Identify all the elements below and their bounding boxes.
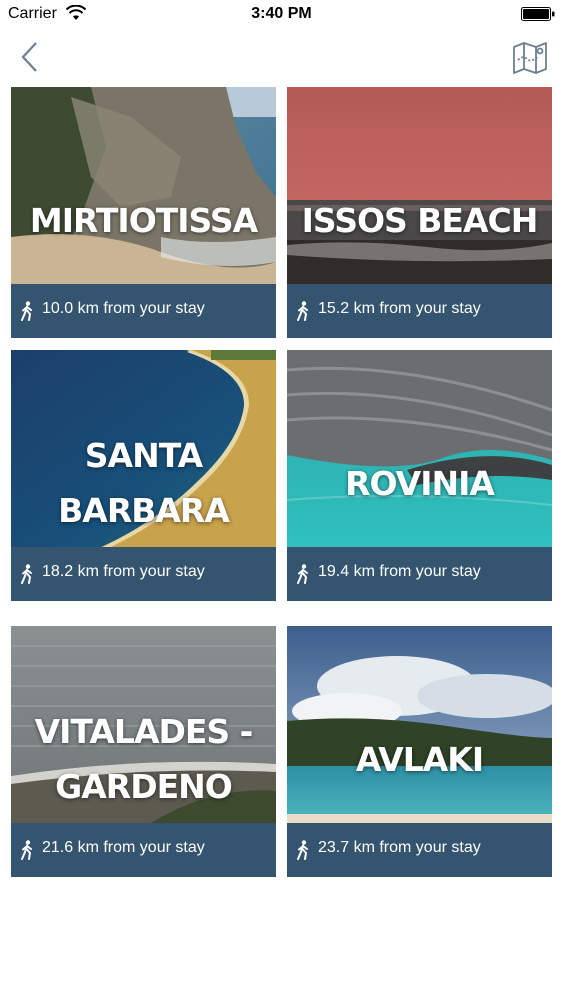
- status-bar: Carrier 3:40 PM: [0, 0, 563, 30]
- beach-card-rovinia[interactable]: ROVINIA 19.4 km from your stay: [287, 350, 552, 601]
- distance-label: 18.2 km from your stay: [42, 563, 205, 580]
- beach-name: AVLAKI: [355, 740, 484, 779]
- beach-card-avlaki[interactable]: AVLAKI 23.7 km from your stay: [287, 626, 552, 877]
- walking-person-icon: [297, 564, 308, 584]
- beach-photo: [287, 350, 552, 547]
- chevron-left-icon: [21, 42, 37, 72]
- battery-icon: [521, 7, 555, 21]
- beach-name-line-1: SANTA: [84, 436, 203, 475]
- beach-name-line-2: GARDENO: [55, 767, 233, 806]
- card-footer: 10.0 km from your stay: [11, 284, 276, 338]
- beach-photo: [11, 87, 276, 284]
- map-button[interactable]: [511, 38, 549, 76]
- beach-name-line-1: VITALADES -: [34, 712, 254, 751]
- distance-label: 21.6 km from your stay: [42, 839, 205, 856]
- distance-label: 10.0 km from your stay: [42, 300, 205, 317]
- walking-person-icon: [21, 840, 32, 860]
- card-footer: 18.2 km from your stay: [11, 547, 276, 601]
- beach-photo: [287, 626, 552, 823]
- navigation-bar: [0, 30, 563, 82]
- beach-card-santa-barbara[interactable]: SANTA BARBARA 18.2 km from your stay: [11, 350, 276, 601]
- card-footer: 21.6 km from your stay: [11, 823, 276, 877]
- beach-card-mirtiotissa[interactable]: MIRTIOTISSA 10.0 km from your stay: [11, 87, 276, 338]
- card-footer: 23.7 km from your stay: [287, 823, 552, 877]
- back-button[interactable]: [14, 38, 46, 76]
- walking-person-icon: [297, 840, 308, 860]
- beach-photo: [287, 87, 552, 284]
- distance-label: 15.2 km from your stay: [318, 300, 481, 317]
- beach-card-vitalades-gardeno[interactable]: VITALADES - GARDENO 21.6 km from your st…: [11, 626, 276, 877]
- beach-name-line-2: BARBARA: [58, 491, 230, 530]
- walking-person-icon: [21, 301, 32, 321]
- card-footer: 15.2 km from your stay: [287, 284, 552, 338]
- card-footer: 19.4 km from your stay: [287, 547, 552, 601]
- map-icon: [513, 42, 547, 74]
- walking-person-icon: [297, 301, 308, 321]
- distance-label: 23.7 km from your stay: [318, 839, 481, 856]
- walking-person-icon: [21, 564, 32, 584]
- distance-label: 19.4 km from your stay: [318, 563, 481, 580]
- beach-name: MIRTIOTISSA: [29, 201, 258, 240]
- beach-name: ISSOS BEACH: [301, 201, 539, 240]
- beach-card-issos-beach[interactable]: ISSOS BEACH 15.2 km from your stay: [287, 87, 552, 338]
- beach-name: ROVINIA: [345, 464, 495, 503]
- clock: 3:40 PM: [251, 5, 312, 22]
